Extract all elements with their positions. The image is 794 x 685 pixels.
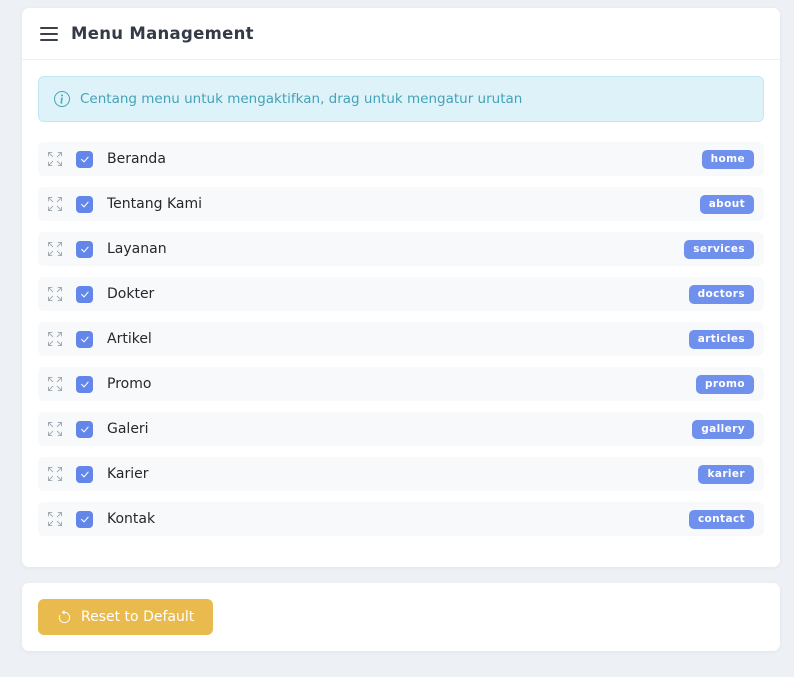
menu-row-galeri: Galeri gallery [38, 412, 764, 446]
drag-handle-icon[interactable] [48, 512, 62, 526]
menu-item-label: Artikel [107, 331, 152, 347]
menu-item-checkbox[interactable] [76, 196, 93, 213]
menu-item-checkbox[interactable] [76, 331, 93, 348]
menu-item-checkbox[interactable] [76, 286, 93, 303]
info-circle-icon [54, 91, 70, 107]
menu-item-label: Tentang Kami [107, 196, 202, 212]
check-icon [79, 289, 90, 300]
check-icon [79, 244, 90, 255]
actions-card: Reset to Default [22, 583, 780, 651]
menu-management-card: Menu Management Centang menu untuk menga… [22, 8, 780, 567]
menu-item-slug-badge: promo [696, 375, 754, 394]
reset-button-label: Reset to Default [81, 609, 194, 625]
check-icon [79, 154, 90, 165]
menu-row-kontak: Kontak contact [38, 502, 764, 536]
menu-item-label: Promo [107, 376, 151, 392]
menu-row-karier: Karier karier [38, 457, 764, 491]
menu-item-label: Karier [107, 466, 149, 482]
check-icon [79, 379, 90, 390]
menu-item-checkbox[interactable] [76, 421, 93, 438]
check-icon [79, 334, 90, 345]
menu-item-slug-badge: contact [689, 510, 754, 529]
info-alert-text: Centang menu untuk mengaktifkan, drag un… [80, 91, 522, 107]
menu-list: Beranda home Tentang Kami about [38, 142, 764, 536]
menu-item-label: Layanan [107, 241, 167, 257]
menu-row-layanan: Layanan services [38, 232, 764, 266]
menu-row-promo: Promo promo [38, 367, 764, 401]
menu-item-slug-badge: about [700, 195, 754, 214]
menu-item-checkbox[interactable] [76, 466, 93, 483]
arrow-counterclockwise-icon [57, 610, 72, 625]
menu-row-tentang-kami: Tentang Kami about [38, 187, 764, 221]
bottom-strip [0, 677, 794, 685]
menu-item-slug-badge: services [684, 240, 754, 259]
reset-to-default-button[interactable]: Reset to Default [38, 599, 213, 635]
drag-handle-icon[interactable] [48, 467, 62, 481]
menu-item-label: Beranda [107, 151, 166, 167]
menu-item-slug-badge: gallery [692, 420, 754, 439]
drag-handle-icon[interactable] [48, 332, 62, 346]
drag-handle-icon[interactable] [48, 287, 62, 301]
check-icon [79, 199, 90, 210]
menu-item-checkbox[interactable] [76, 376, 93, 393]
page-title: Menu Management [71, 24, 254, 43]
drag-handle-icon[interactable] [48, 422, 62, 436]
card-header: Menu Management [22, 8, 780, 60]
menu-row-artikel: Artikel articles [38, 322, 764, 356]
menu-item-slug-badge: articles [689, 330, 754, 349]
menu-item-checkbox[interactable] [76, 511, 93, 528]
drag-handle-icon[interactable] [48, 377, 62, 391]
drag-handle-icon[interactable] [48, 152, 62, 166]
info-alert: Centang menu untuk mengaktifkan, drag un… [38, 76, 764, 122]
page-background: Menu Management Centang menu untuk menga… [0, 0, 794, 677]
menu-row-dokter: Dokter doctors [38, 277, 764, 311]
menu-item-checkbox[interactable] [76, 151, 93, 168]
menu-item-checkbox[interactable] [76, 241, 93, 258]
menu-row-beranda: Beranda home [38, 142, 764, 176]
menu-item-slug-badge: karier [698, 465, 754, 484]
hamburger-menu-icon [40, 27, 58, 41]
drag-handle-icon[interactable] [48, 242, 62, 256]
card-body: Centang menu untuk mengaktifkan, drag un… [22, 60, 780, 567]
drag-handle-icon[interactable] [48, 197, 62, 211]
menu-item-label: Dokter [107, 286, 154, 302]
check-icon [79, 514, 90, 525]
menu-item-slug-badge: doctors [689, 285, 754, 304]
check-icon [79, 424, 90, 435]
check-icon [79, 469, 90, 480]
menu-item-label: Galeri [107, 421, 149, 437]
menu-item-label: Kontak [107, 511, 155, 527]
menu-item-slug-badge: home [702, 150, 754, 169]
